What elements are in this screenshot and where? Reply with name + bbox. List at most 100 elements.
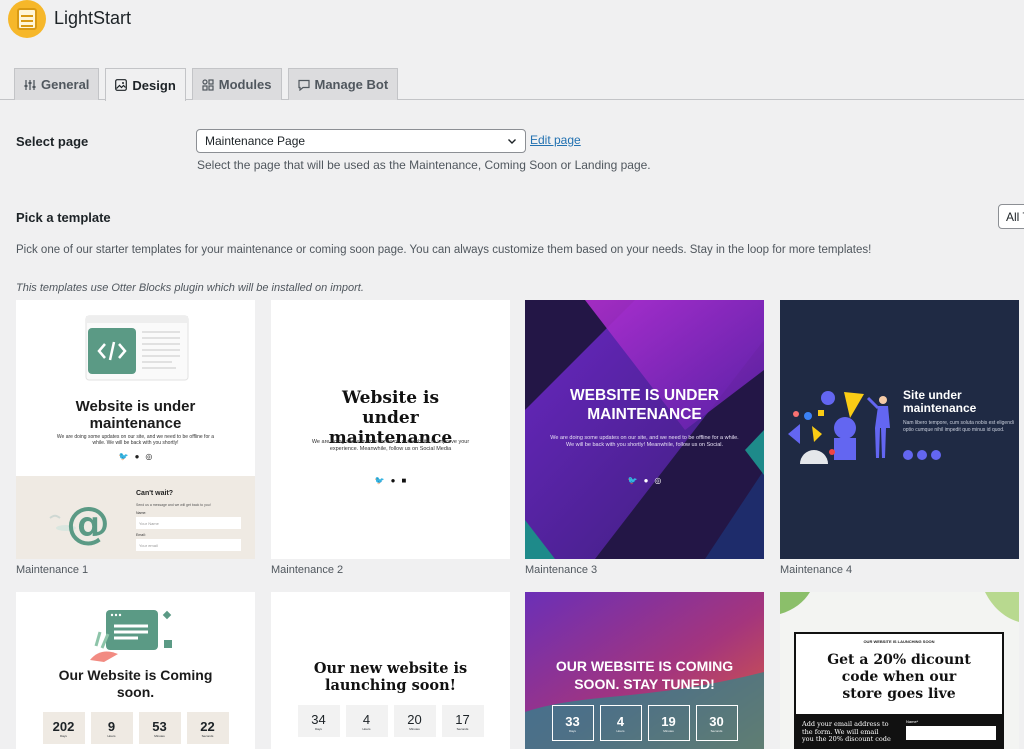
- side-body: Send us a message and we will get back t…: [136, 503, 211, 507]
- countdown-minutes: 53 Minutes: [138, 712, 181, 744]
- otter-blocks-note: This templates use Otter Blocks plugin w…: [16, 282, 364, 294]
- chat-icon: [297, 79, 310, 91]
- code-window-illustration-icon: [85, 315, 189, 381]
- count-value: 4: [616, 713, 625, 729]
- template-body: We are doing some updates on our site, a…: [56, 434, 215, 446]
- countdown: 33 Days 4 Hours 19 Minutes 30 Seconds: [525, 705, 764, 741]
- template-heading: Get a 20% dicount code when our store go…: [827, 652, 971, 702]
- pick-template-help: Pick one of our starter templates for yo…: [16, 244, 872, 256]
- template-thumbnail: OUR WEBSITE IS COMING SOON. STAY TUNED! …: [525, 592, 764, 749]
- sliders-icon: [24, 79, 36, 90]
- countdown-hours: 4 Hours: [599, 705, 642, 741]
- template-body: We are doing some updates on our site, a…: [550, 435, 739, 448]
- social-icons: [903, 450, 941, 460]
- template-card-maintenance-2[interactable]: Website is under maintenance We are doin…: [271, 300, 510, 576]
- count-label: Days: [569, 728, 576, 733]
- twitter-icon: 🐦: [374, 476, 385, 485]
- template-heading: Site under maintenance: [903, 388, 977, 415]
- count-label: Seconds: [456, 726, 469, 731]
- gradient-shapes-background: [525, 300, 764, 559]
- template-card-coming-soon-4[interactable]: OUR WEBSITE IS LAUNCHING SOON Get a 20% …: [780, 592, 1019, 749]
- tab-label: Modules: [218, 77, 272, 92]
- countdown-days: 33 Days: [551, 705, 594, 741]
- social-icons: 🐦 ● ■: [271, 476, 510, 485]
- template-card-maintenance-3[interactable]: WEBSITE IS UNDER MAINTENANCE We are doin…: [525, 300, 764, 576]
- message-card-illustration-icon: [90, 610, 172, 662]
- pick-template-label: Pick a template: [16, 210, 111, 225]
- name-input: [906, 726, 996, 740]
- count-value: 22: [200, 718, 215, 734]
- edit-page-link[interactable]: Edit page: [530, 133, 581, 147]
- count-value: 30: [709, 713, 724, 729]
- page-select[interactable]: Maintenance Page: [196, 129, 526, 153]
- countdown-minutes: 20 Minutes: [393, 705, 436, 737]
- template-heading: OUR WEBSITE IS COMING SOON. STAY TUNED!: [555, 658, 734, 692]
- count-value: 34: [311, 711, 326, 727]
- count-value: 4: [362, 711, 371, 727]
- promo-box: OUR WEBSITE IS LAUNCHING SOON Get a 20% …: [794, 632, 1004, 749]
- field-label: Name*: [906, 719, 919, 724]
- app-title: LightStart: [54, 8, 132, 28]
- geometric-people-illustration-icon: [788, 391, 890, 464]
- count-label: Days: [315, 726, 322, 731]
- template-card-coming-soon-1[interactable]: Our Website is Coming soon. 202 Days 9 Hou…: [16, 592, 255, 749]
- facebook-icon: ●: [390, 476, 396, 485]
- twitter-icon: [903, 450, 913, 460]
- template-card-maintenance-4[interactable]: Site under maintenance Nam libero tempor…: [780, 300, 1019, 576]
- facebook-icon: [917, 450, 927, 460]
- lightstart-logo-icon: [8, 0, 46, 38]
- count-label: Days: [60, 733, 67, 738]
- countdown: 202 Days 9 Hours 53 Minutes 22 Seconds: [16, 712, 255, 744]
- page-select-value: Maintenance Page: [205, 134, 306, 148]
- count-label: Seconds: [710, 728, 723, 733]
- tab-label: General: [41, 77, 90, 92]
- tab-manage-bot[interactable]: Manage Bot: [287, 68, 399, 100]
- social-icons: 🐦 ● ◎: [16, 452, 255, 461]
- template-filter-select[interactable]: All T: [998, 204, 1024, 229]
- countdown-seconds: 17 Seconds: [441, 705, 484, 737]
- template-name: Maintenance 4: [780, 564, 853, 576]
- template-card-coming-soon-2[interactable]: Our new website is launching soon! 34 Day…: [271, 592, 510, 749]
- tab-general[interactable]: General: [14, 68, 100, 100]
- facebook-icon: ●: [134, 452, 140, 461]
- count-value: 19: [661, 713, 676, 729]
- select-page-help: Select the page that will be used as the…: [197, 158, 651, 172]
- template-thumbnail: Site under maintenance Nam libero tempor…: [780, 300, 1019, 559]
- count-value: 20: [407, 711, 422, 727]
- linkedin-icon: ■: [401, 476, 407, 485]
- filter-value: All T: [1006, 209, 1024, 224]
- count-value: 202: [52, 718, 75, 734]
- countdown-hours: 4 Hours: [345, 705, 388, 737]
- app-header: LightStart: [0, 0, 1024, 40]
- template-body: Nam libero tempore, cum soluta nobis est…: [903, 420, 1014, 433]
- count-label: Minutes: [409, 726, 420, 731]
- tab-design[interactable]: Design: [105, 68, 186, 101]
- email-input: Your email: [136, 539, 241, 551]
- count-label: Hours: [107, 733, 116, 738]
- template-body: We are doing some maintenance on our web…: [311, 439, 470, 452]
- name-input: Your Name: [136, 517, 241, 529]
- tab-label: Design: [132, 77, 176, 93]
- promo-body: Add your email address to the form. We w…: [802, 720, 891, 743]
- countdown-days: 34 Days: [297, 705, 340, 737]
- field-label: Email:: [136, 533, 146, 537]
- countdown-seconds: 30 Seconds: [695, 705, 738, 741]
- count-value: 9: [107, 718, 116, 734]
- chevron-down-icon: [508, 139, 516, 144]
- leaves-decoration-icon: [780, 592, 1019, 622]
- grid-icon: [202, 78, 214, 91]
- dribbble-icon: ◎: [654, 476, 662, 485]
- count-label: Hours: [616, 728, 625, 733]
- contact-section: @ Can't wait? Send us a message and we w…: [16, 476, 255, 559]
- template-card-maintenance-1[interactable]: Website is under maintenance We are doin…: [16, 300, 255, 576]
- template-thumbnail: Our new website is launching soon! 34 Day…: [271, 592, 510, 749]
- twitter-icon: 🐦: [118, 452, 129, 461]
- template-card-coming-soon-3[interactable]: OUR WEBSITE IS COMING SOON. STAY TUNED! …: [525, 592, 764, 749]
- countdown-seconds: 22 Seconds: [186, 712, 229, 744]
- template-name: Maintenance 1: [16, 564, 89, 576]
- template-thumbnail: OUR WEBSITE IS LAUNCHING SOON Get a 20% …: [780, 592, 1019, 749]
- tab-modules[interactable]: Modules: [191, 68, 282, 100]
- count-label: Minutes: [663, 728, 674, 733]
- template-thumbnail: Our Website is Coming soon. 202 Days 9 Hou…: [16, 592, 255, 749]
- count-value: 17: [455, 711, 470, 727]
